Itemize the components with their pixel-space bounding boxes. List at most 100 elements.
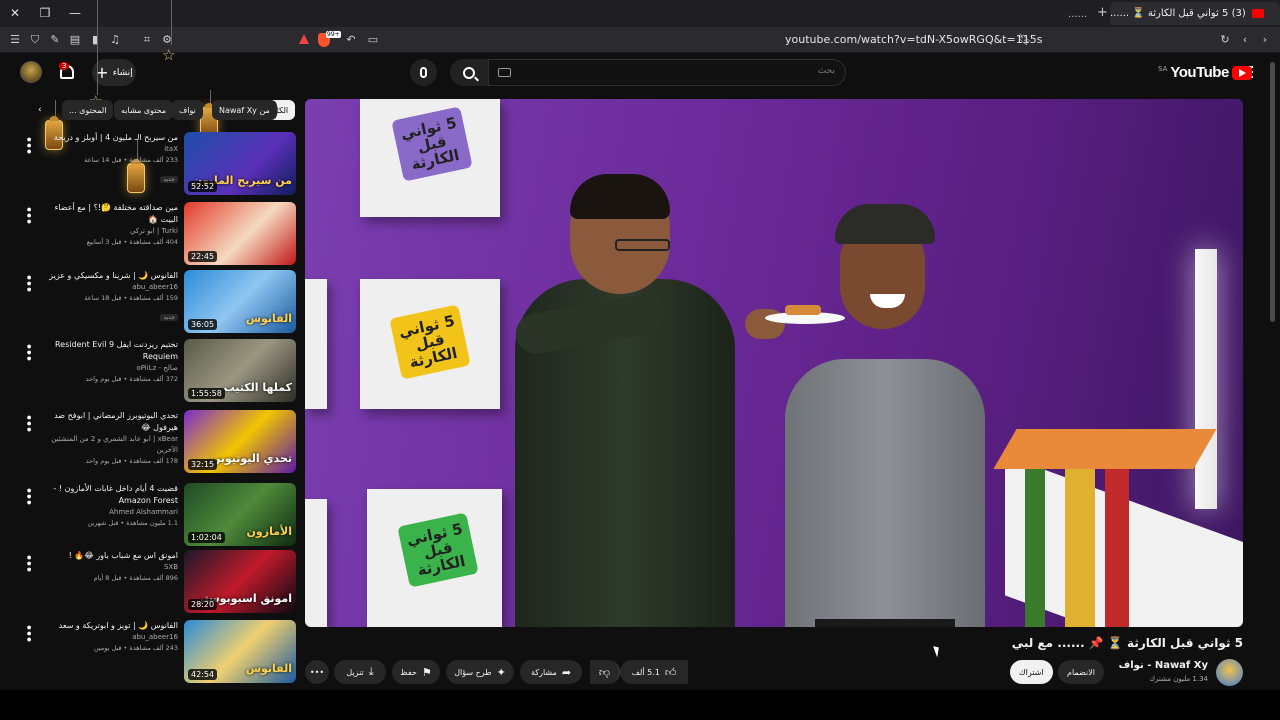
tabs-icon[interactable]: ▤ [68,33,82,47]
more-actions-button[interactable]: ••• [305,660,329,684]
url-field[interactable]: youtube.com/watch?v=tdN-X5owRGQ&t=115s [785,33,1042,46]
chevron-left-icon[interactable]: ‹ [38,105,42,115]
channel-name[interactable]: abu_abeer16 [38,632,178,643]
more-options-icon[interactable]: ••• [22,487,35,505]
shield-icon[interactable]: ⛉ [28,33,42,47]
video-thumbnail[interactable]: الفانوس 36:05 [184,270,296,333]
channel-name[interactable]: xBear | ابو عابد الشمري و 2 من المنشئين … [38,434,178,456]
share-button[interactable]: ➦ مشاركة [520,660,582,684]
chip-more[interactable]: المحتوى ... [62,100,114,120]
upload-age: قبل يومين [93,644,122,652]
subscribe-button[interactable]: اشتراك [1010,660,1053,684]
table-leg [1025,469,1045,627]
chip-related[interactable]: محتوى مشابه [114,100,174,120]
list-item[interactable]: الأمازون 1:02:04 قضيت 4 أيام داخل غابات … [22,483,296,547]
video-thumbnail[interactable]: امونق اسبوبوستر 28:20 [184,550,296,613]
list-item[interactable]: الفانوس 42:54 الفانوس 🌙 | تويز و ابوتريك… [22,620,296,684]
forward-icon[interactable]: › [1258,33,1272,47]
channel-name[interactable]: Ahmed Alshammari [38,507,178,518]
list-item[interactable]: من سيربح المليون 52:52 من سيربح الـ مليو… [22,132,296,196]
video-title[interactable]: قضيت 4 أيام داخل غابات الأمازون ! - Amaz… [38,483,178,507]
video-thumbnail[interactable]: الفانوس 42:54 [184,620,296,683]
channel-name[interactable]: Turki | ابو تركي [38,226,178,237]
more-options-icon[interactable]: ••• [22,206,35,224]
back-history-icon[interactable]: ↶ [344,33,358,47]
pen-icon[interactable]: ✎ [48,33,62,47]
tab-secondary[interactable]: ...... [1068,4,1108,24]
duration-badge: 52:52 [188,181,218,192]
download-button[interactable]: ⤓ تنزيل [334,660,386,684]
channel-name[interactable]: صالح - oPiiLz [38,363,178,374]
dislike-button[interactable]: 👎︎ [590,660,620,684]
scrollbar[interactable] [1270,62,1275,322]
voice-search-button[interactable] [410,59,437,86]
reader-icon[interactable]: ▮ [88,33,102,47]
duration-badge: 42:54 [188,669,218,680]
more-options-icon[interactable]: ••• [22,274,35,292]
channel-name[interactable]: Nawaf Xy - نواف [1119,660,1208,671]
restore-window-icon[interactable]: ❐ [36,5,54,21]
search-button[interactable] [450,59,488,86]
tab-active[interactable]: (3) 5 ثواني قبل الكارثة ⏳ ...... [1110,2,1280,25]
video-thumbnail[interactable]: تحدي اليوتيوبرز 32:15 [184,410,296,473]
table-top [993,429,1217,469]
list-item[interactable]: 22:45 مين صداقته مختلفة 🤔!؟ | مع أعضاء ا… [22,202,296,266]
channel-name[interactable]: abu_abeer16 [38,282,178,293]
account-avatar[interactable] [20,61,42,83]
more-options-icon[interactable]: ••• [22,624,35,642]
video-title[interactable]: الفانوس 🌙 | تويز و ابوتريكة و سعد [38,620,178,632]
screenshot-icon[interactable]: ⌗ [140,33,154,47]
video-thumbnail[interactable]: كملها الكتيب 1:55:58 [184,339,296,402]
more-options-icon[interactable]: ••• [22,414,35,432]
more-options-icon[interactable]: ••• [22,136,35,154]
video-title[interactable]: مين صداقته مختلفة 🤔!؟ | مع أعضاء البيت 🏠 [38,202,178,226]
warning-icon[interactable] [299,34,309,44]
close-window-icon[interactable]: ✕ [6,5,24,21]
chip-from-channel[interactable]: من Nawaf Xy [212,100,277,120]
list-item[interactable]: تحدي اليوتيوبرز 32:15 تحدي اليوتيوبرز ال… [22,410,296,474]
like-button[interactable]: 👍︎ 5.1 ألف [620,660,688,684]
keyboard-icon[interactable] [498,68,511,77]
video-thumbnail[interactable]: من سيربح المليون 52:52 [184,132,296,195]
join-button[interactable]: الانضمام [1058,660,1104,684]
video-title[interactable]: امونق اس مع شباب باور 😂🔥 ! [38,550,178,562]
chip-nawaf[interactable]: نواف [172,100,203,120]
view-count: 404 ألف مشاهدة [129,238,178,246]
bookmark-icon[interactable]: 🔖︎ [1018,33,1032,47]
search-input[interactable]: بحث [488,59,846,86]
music-icon[interactable]: ♫ [108,33,122,47]
save-button[interactable]: ⚑ حفظ [392,660,440,684]
list-item[interactable]: الفانوس 36:05 الفانوس 🌙 | شرينا و مكسيكي… [22,270,296,334]
video-title[interactable]: من سيربح الـ مليون 4 | أوبلز و دريحة [38,132,178,144]
sidebar-toggle-icon[interactable]: ☰ [8,33,22,47]
lamp [1195,249,1217,509]
video-title[interactable]: الفانوس 🌙 | شرينا و مكسيكي و عزيز [38,270,178,282]
minimize-window-icon[interactable]: — [66,5,84,21]
list-item[interactable]: كملها الكتيب 1:55:58 تختيم ريزدنت ايفل R… [22,339,296,403]
ask-button[interactable]: ✦ طرح سؤال [446,660,514,684]
table-leg [1065,469,1095,627]
bottom-bar [0,690,1280,720]
channel-avatar[interactable] [1216,659,1243,686]
video-thumbnail[interactable]: الأمازون 1:02:04 [184,483,296,546]
channel-name[interactable]: itaX [38,144,178,155]
video-title[interactable]: تحدي اليوتيوبرز الرمضاني | ابوفح ضد هيرف… [38,410,178,434]
pip-icon[interactable]: ▭ [366,33,380,47]
channel-name[interactable]: SXB [38,562,178,573]
back-icon[interactable]: ‹ [1238,33,1252,47]
more-options-icon[interactable]: ••• [22,343,35,361]
view-count: 233 ألف مشاهدة [129,156,178,164]
more-options-icon[interactable]: ••• [22,554,35,572]
view-count: 243 ألف مشاهدة [129,644,178,652]
create-button[interactable]: إنشاء + [92,59,136,86]
video-player[interactable]: 5 ثواني قبل الكارثة 5 ثواني قبل الكارثة … [305,99,1243,627]
reload-icon[interactable]: ↻ [1218,33,1232,47]
video-title: 5 ثواني قبل الكارثة ⏳ 📌 ...... مع لبي [1011,636,1243,650]
youtube-logo[interactable]: SA YouTube [1158,64,1252,81]
upload-age: قبل يوم واحد [85,457,122,465]
list-item[interactable]: امونق اسبوبوستر 28:20 امونق اس مع شباب ب… [22,550,296,614]
video-title[interactable]: تختيم ريزدنت ايفل Resident Evil 9 Requie… [38,339,178,363]
video-thumbnail[interactable]: 22:45 [184,202,296,265]
microphone-icon [420,67,427,78]
upload-age: قبل 14 ساعة [84,156,122,164]
